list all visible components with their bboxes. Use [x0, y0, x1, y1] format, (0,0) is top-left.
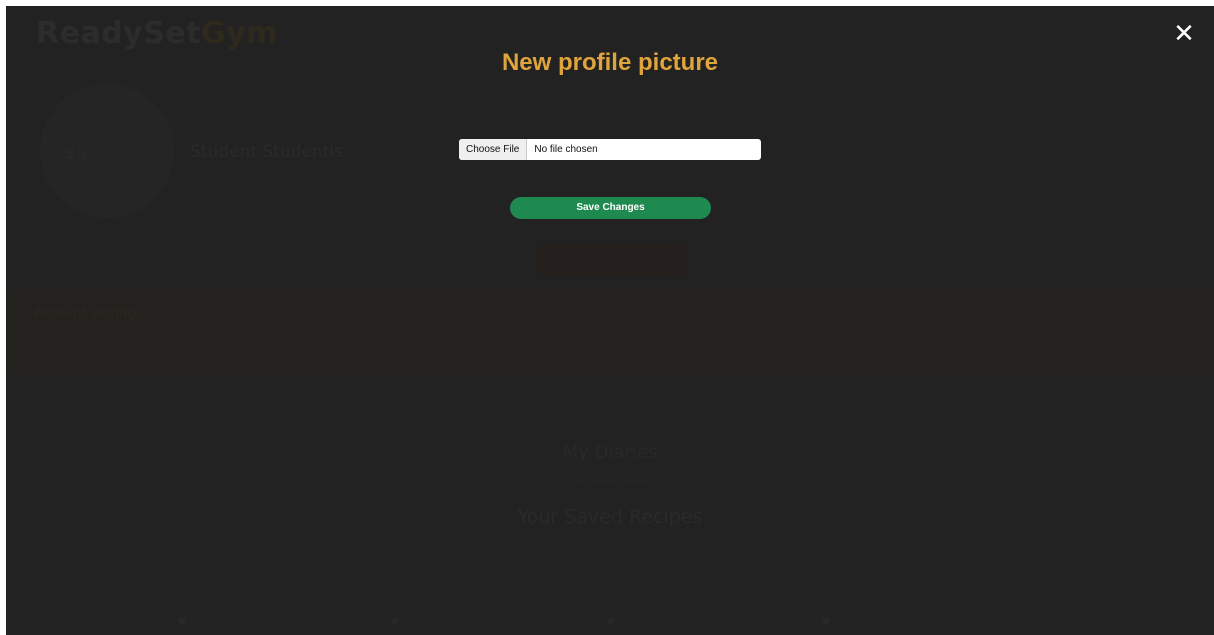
choose-file-button[interactable]: Choose File: [459, 139, 528, 160]
save-changes-button[interactable]: Save Changes: [510, 197, 711, 219]
modal-overlay: [6, 6, 1214, 635]
file-status-text: No file chosen: [534, 144, 598, 155]
modal-title: New profile picture: [501, 49, 719, 76]
app-frame: ReadySetGym SS Student Studentis Account…: [6, 6, 1214, 635]
close-icon[interactable]: ✕: [1170, 20, 1198, 48]
profile-picture-file-input[interactable]: Choose File No file chosen: [459, 139, 761, 160]
